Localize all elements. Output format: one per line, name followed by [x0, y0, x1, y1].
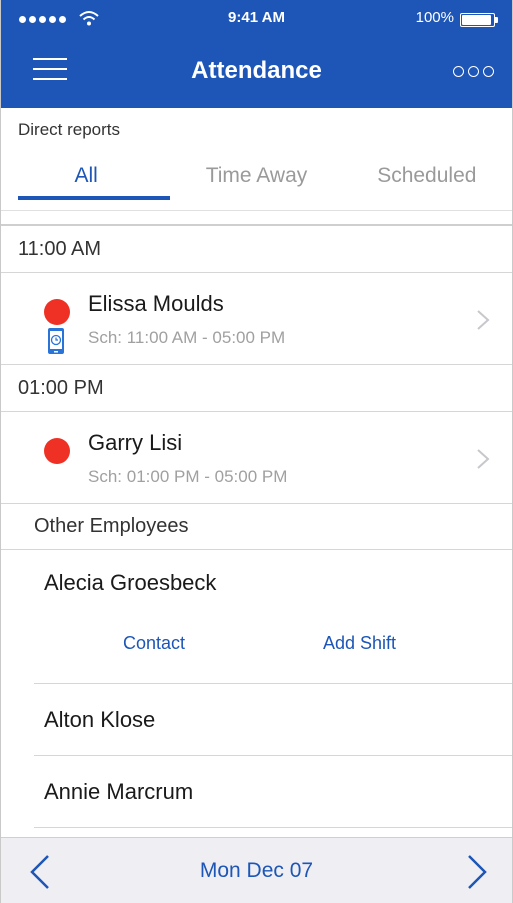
other-employees-header: Other Employees	[1, 504, 512, 550]
filter-tabs: All Time Away Scheduled	[1, 152, 512, 202]
add-shift-button[interactable]: Add Shift	[323, 633, 396, 654]
employee-row-elissa-moulds[interactable]: Elissa Moulds Sch: 11:00 AM - 05:00 PM	[1, 273, 512, 365]
absent-status-dot	[44, 299, 70, 325]
app-frame: 9:41 AM 100% Attendance Direct reports A…	[0, 0, 513, 903]
employee-row-garry-lisi[interactable]: Garry Lisi Sch: 01:00 PM - 05:00 PM	[1, 412, 512, 504]
tab-all[interactable]: All	[1, 152, 171, 202]
employee-name: Garry Lisi	[88, 430, 183, 455]
attendance-list: 11:00 AM Elissa Moulds Sch: 11:00 AM - 0…	[1, 226, 512, 828]
contact-button[interactable]: Contact	[123, 633, 185, 654]
status-bar: 9:41 AM 100%	[1, 0, 512, 40]
app-header: 9:41 AM 100% Attendance	[1, 0, 512, 108]
battery-percent: 100%	[415, 9, 454, 26]
tab-time-away[interactable]: Time Away	[171, 152, 341, 202]
active-tab-indicator	[18, 196, 170, 200]
employee-schedule: Sch: 11:00 AM - 05:00 PM	[88, 328, 286, 347]
employee-schedule: Sch: 01:00 PM - 05:00 PM	[88, 467, 288, 486]
current-date[interactable]: Mon Dec 07	[1, 859, 512, 883]
more-options-icon[interactable]	[453, 66, 494, 77]
nav-bar: Attendance	[1, 40, 512, 108]
page-title: Attendance	[191, 57, 322, 84]
other-employee-item[interactable]: Alecia Groesbeck Contact Add Shift	[34, 550, 512, 684]
employee-name: Annie Marcrum	[44, 779, 194, 804]
employee-name: Alecia Groesbeck	[44, 570, 217, 595]
chevron-right-icon	[477, 310, 490, 330]
employee-name: Alton Klose	[44, 707, 156, 732]
mobile-clock-icon	[48, 328, 64, 354]
tab-scheduled[interactable]: Scheduled	[342, 152, 512, 202]
other-employee-item[interactable]: Alton Klose	[34, 684, 512, 756]
employee-name: Elissa Moulds	[88, 291, 224, 316]
date-navigation-bar: Mon Dec 07	[1, 837, 512, 903]
chevron-right-icon	[477, 449, 490, 469]
chevron-right-icon[interactable]	[466, 854, 488, 890]
time-group-header: 01:00 PM	[1, 365, 512, 412]
absent-status-dot	[44, 438, 70, 464]
divider	[1, 210, 512, 211]
battery-icon	[460, 13, 498, 27]
time-group-header: 11:00 AM	[1, 226, 512, 273]
other-employee-item[interactable]: Annie Marcrum	[34, 756, 512, 828]
direct-reports-label: Direct reports	[18, 120, 121, 139]
